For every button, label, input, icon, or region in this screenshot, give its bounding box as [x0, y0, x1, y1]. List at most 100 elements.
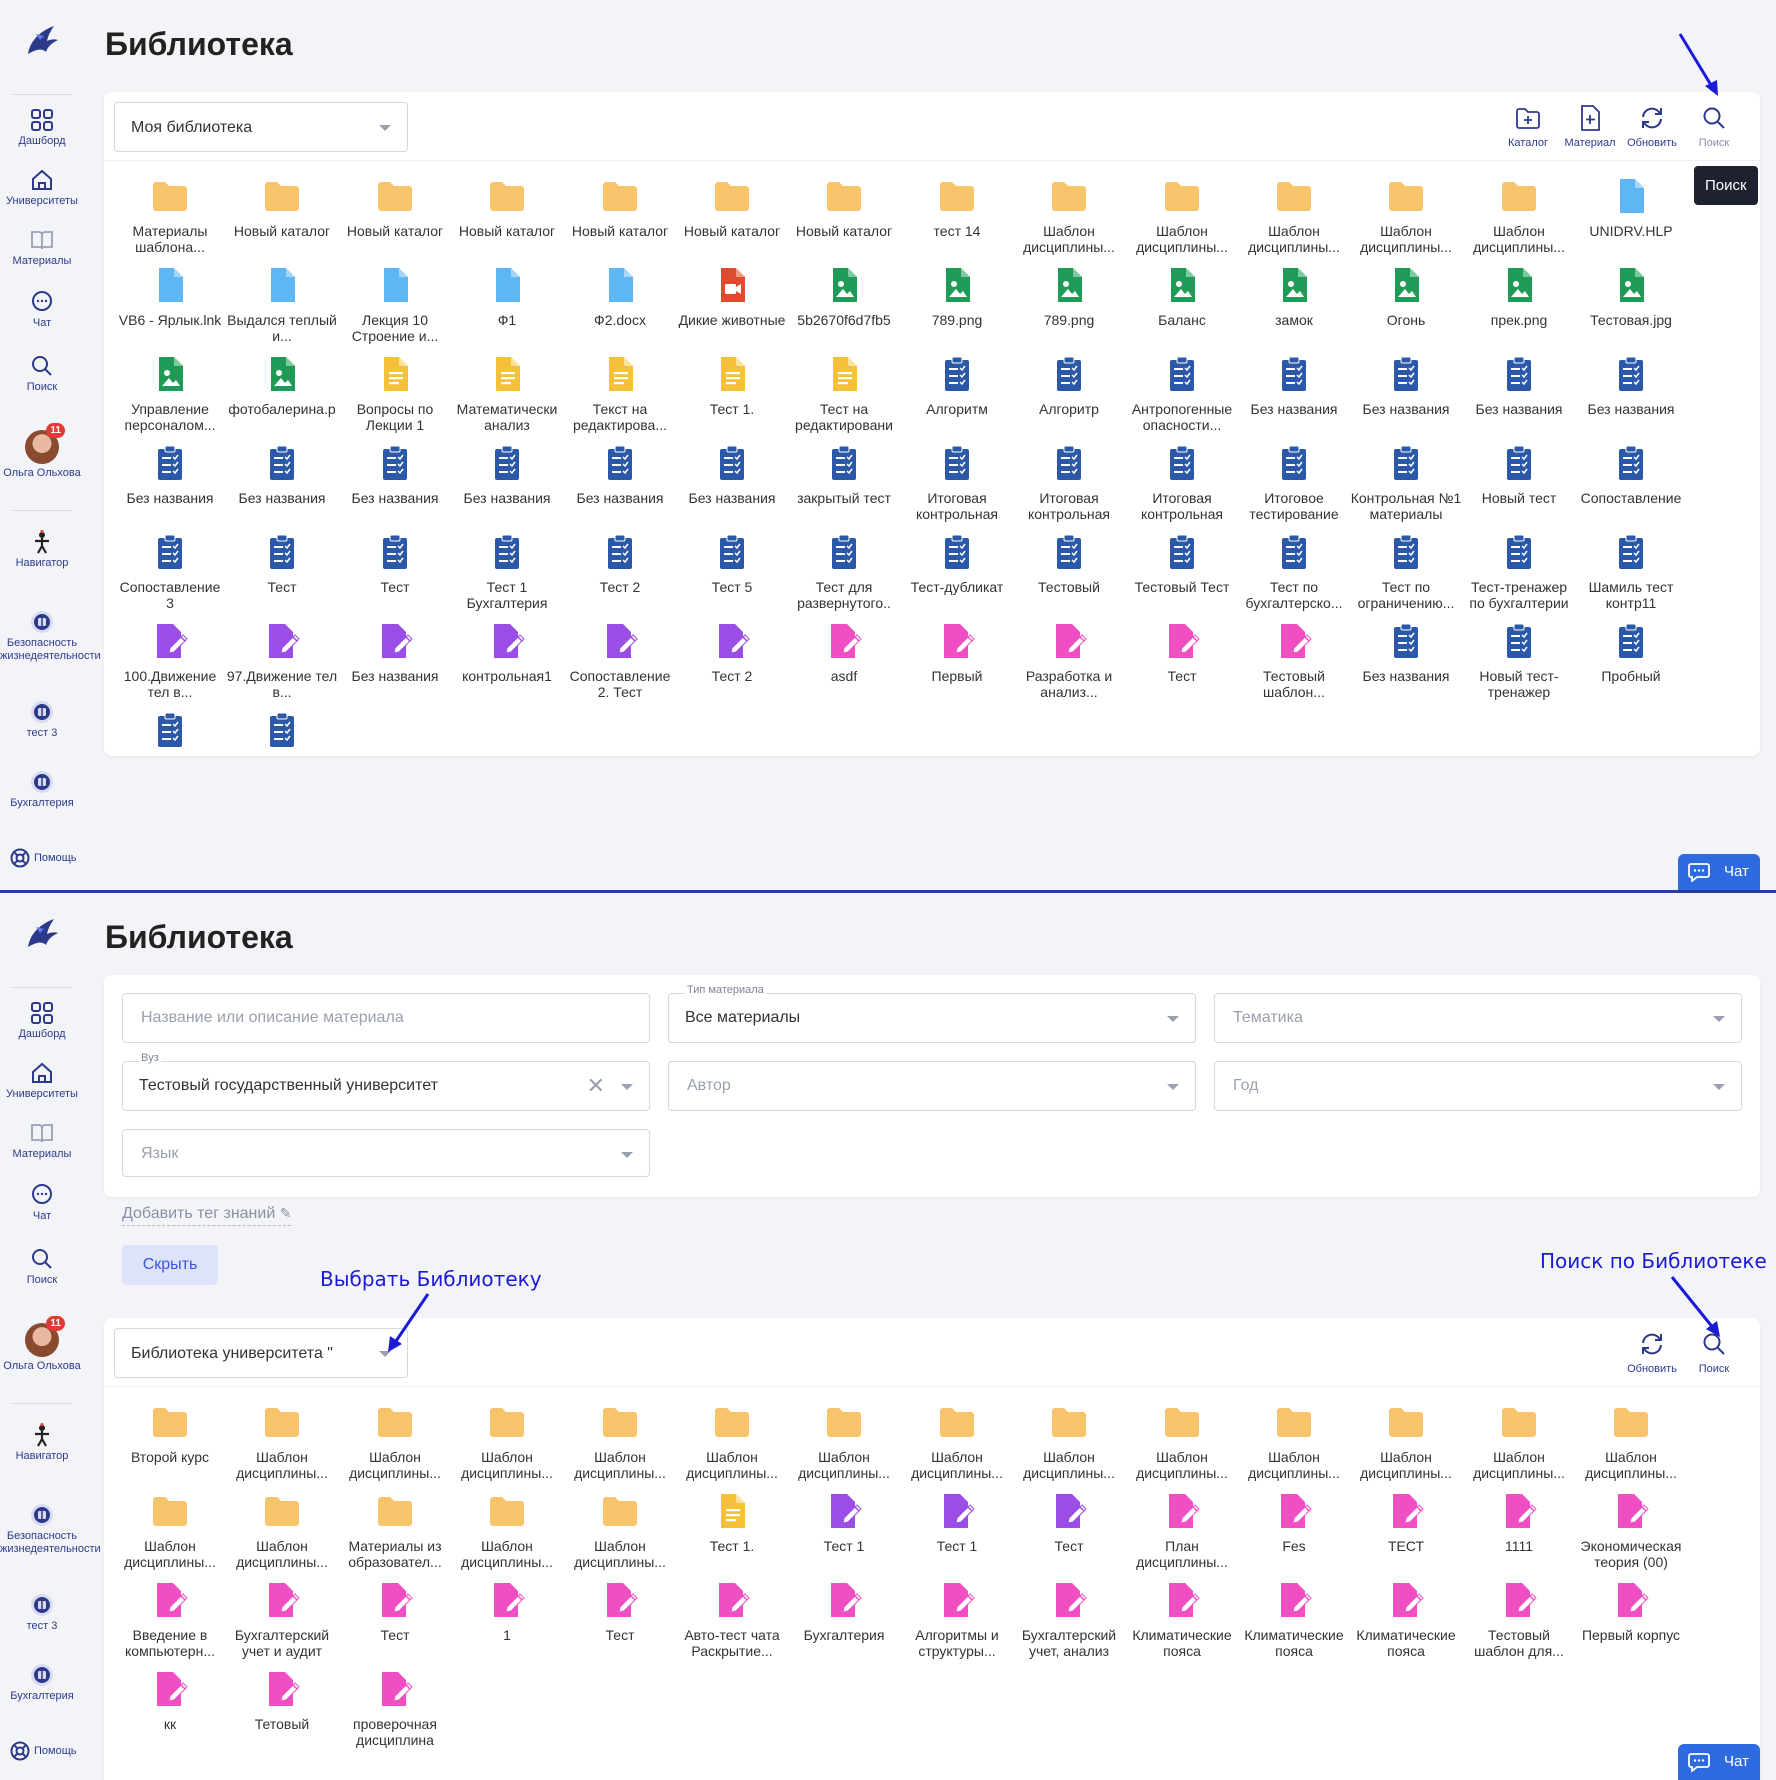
library-item[interactable]: VB6 - Ярлык.lnk	[114, 265, 226, 328]
library-item[interactable]: Итоговая контрольная	[901, 443, 1013, 522]
library-item[interactable]: Второй курс	[114, 1402, 226, 1465]
library-item[interactable]: Шаблон дисциплины...	[1238, 1402, 1350, 1481]
library-item[interactable]: Дикие животные	[676, 265, 788, 328]
library-item[interactable]: Алгоритр	[1013, 354, 1125, 417]
library-item[interactable]: Без названия	[676, 443, 788, 506]
library-item[interactable]: Бухгалтерский учет и аудит	[226, 1580, 338, 1659]
library-item[interactable]: Шаблон дисциплины...	[1238, 176, 1350, 255]
library-item[interactable]: Без названия	[339, 443, 451, 506]
library-item[interactable]: Итоговая контрольная	[1126, 443, 1238, 522]
library-item[interactable]: Шаблон дисциплины...	[339, 1402, 451, 1481]
library-item[interactable]: Тест	[1013, 1491, 1125, 1554]
library-item[interactable]: Без названия	[1350, 354, 1462, 417]
search-button[interactable]: Поиск	[1684, 104, 1744, 149]
library-item[interactable]: Шаблон дисциплины...	[564, 1402, 676, 1481]
library-item[interactable]: Алгоритм	[901, 354, 1013, 417]
library-item[interactable]: Тест для развернутого..	[788, 532, 900, 611]
library-item[interactable]: Выдался теплый и...	[226, 265, 338, 344]
refresh-button[interactable]: Обновить	[1622, 104, 1682, 149]
sidebar-item-dashboard[interactable]: Дашборд	[0, 1001, 84, 1041]
library-item[interactable]: Ф2.docx	[564, 265, 676, 328]
library-item[interactable]: Тестовый шаблон...	[1238, 621, 1350, 700]
library-item[interactable]: Математически анализ	[451, 354, 563, 433]
library-item[interactable]: Тест 1.	[676, 1491, 788, 1554]
library-item[interactable]: Бухгалтерия	[788, 1580, 900, 1643]
library-item[interactable]: Тест-дубликат	[901, 532, 1013, 595]
clear-icon[interactable]: ✕	[587, 1075, 605, 1097]
library-item[interactable]: Климатические пояса	[1350, 1580, 1462, 1659]
library-item[interactable]: Материалы шаблона...	[114, 176, 226, 255]
library-item[interactable]: Шаблон дисциплины...	[1575, 1402, 1687, 1481]
library-item[interactable]: ТЕСТ	[1350, 1491, 1462, 1554]
library-item[interactable]: Сопоставление 3	[114, 532, 226, 611]
sidebar-item-universities[interactable]: Университеты	[0, 1061, 84, 1101]
library-item[interactable]: Новый каталог	[451, 176, 563, 239]
library-item[interactable]: Без названия	[564, 443, 676, 506]
library-item[interactable]: Новый каталог	[788, 176, 900, 239]
library-item[interactable]: 789.png	[901, 265, 1013, 328]
chat-button[interactable]: Чат	[1678, 1744, 1760, 1780]
library-item[interactable]: Шаблон дисциплины...	[451, 1491, 563, 1570]
library-item[interactable]: Тест 1.	[676, 354, 788, 417]
library-item[interactable]: Шаблон дисциплины...	[788, 1402, 900, 1481]
library-item[interactable]: кк	[114, 1669, 226, 1732]
library-item[interactable]: Бухгалтерский учет, анализ	[1013, 1580, 1125, 1659]
sidebar-item-accounting[interactable]: Бухгалтерия	[0, 1663, 84, 1703]
library-item[interactable]: Лекция 10 Строение и...	[339, 265, 451, 344]
sidebar-item-navigator[interactable]: Навигатор	[0, 1423, 84, 1463]
library-item[interactable]: UNIDRV.HLP	[1575, 176, 1687, 239]
library-select[interactable]: Моя библиотека	[114, 102, 408, 152]
library-item[interactable]: 1111	[1463, 1491, 1575, 1554]
library-item[interactable]: Шаблон дисциплины...	[114, 1491, 226, 1570]
library-item[interactable]: Тест	[1126, 621, 1238, 684]
sidebar-item-universities[interactable]: Университеты	[0, 168, 84, 208]
sidebar-item-chat[interactable]: Чат	[0, 290, 84, 330]
library-item[interactable]: Итоговая контрольная	[1013, 443, 1125, 522]
library-item[interactable]: Тест 1 Бухгалтерия	[451, 532, 563, 611]
library-item[interactable]: Шамиль тест контр11	[1575, 532, 1687, 611]
library-item[interactable]: Шаблон дисциплины...	[1350, 1402, 1462, 1481]
sidebar-item-test3[interactable]: тест 3	[0, 1593, 84, 1633]
sidebar-item-user[interactable]: 11 Ольга Ольхова	[0, 423, 84, 480]
library-item[interactable]: контрольная1	[451, 621, 563, 684]
library-select[interactable]: Библиотека университета "	[114, 1328, 408, 1378]
library-item[interactable]: Шаблон дисциплины...	[564, 1491, 676, 1570]
library-item[interactable]: Тест 2	[564, 532, 676, 595]
library-item[interactable]: Новый тест-тренажер	[1463, 621, 1575, 700]
library-item[interactable]: Шаблон дисциплины...	[451, 1402, 563, 1481]
library-item[interactable]: Управление персоналом...	[114, 354, 226, 433]
library-item[interactable]: Климатические пояса	[1126, 1580, 1238, 1659]
material-button[interactable]: Материал	[1560, 104, 1620, 149]
library-item[interactable]: Тест по бухгалтерско...	[1238, 532, 1350, 611]
library-item[interactable]: Ф1	[451, 265, 563, 328]
library-item[interactable]: Без названия	[1238, 354, 1350, 417]
sidebar-item-materials[interactable]: Материалы	[0, 228, 84, 268]
library-item[interactable]: Алгоритмы и структуры...	[901, 1580, 1013, 1659]
hide-filters-button[interactable]: Скрыть	[122, 1245, 218, 1285]
library-item[interactable]: Первый корпус	[1575, 1580, 1687, 1643]
library-item[interactable]: Шаблон дисциплины...	[901, 1402, 1013, 1481]
library-item[interactable]: Без названия	[226, 443, 338, 506]
library-item[interactable]: Без названия	[1350, 621, 1462, 684]
sidebar-item-bzhd[interactable]: Безопасность жизнедеятельности	[0, 610, 101, 663]
library-item[interactable]: Материалы из образовател...	[339, 1491, 451, 1570]
library-item[interactable]: тест 14	[901, 176, 1013, 239]
sidebar-item-chat[interactable]: Чат	[0, 1183, 84, 1223]
sidebar-item-navigator[interactable]: Навигатор	[0, 530, 84, 570]
library-item[interactable]: 97.Движение тел в...	[226, 621, 338, 700]
library-item[interactable]: Баланс	[1126, 265, 1238, 328]
library-item[interactable]: Вопросы по Лекции 1	[339, 354, 451, 433]
library-item[interactable]: Экономическая теория (00)	[1575, 1491, 1687, 1570]
name-search-input[interactable]: Название или описание материала	[122, 993, 650, 1043]
library-item[interactable]: Тестовый Тест	[1126, 532, 1238, 595]
author-select[interactable]: Автор	[668, 1061, 1196, 1111]
topic-select[interactable]: Тематика	[1214, 993, 1742, 1043]
library-item[interactable]: Без названия	[451, 443, 563, 506]
library-item[interactable]: Шаблон дисциплины...	[1013, 176, 1125, 255]
library-item[interactable]: Шаблон дисциплины...	[1350, 176, 1462, 255]
library-item[interactable]: Шаблон дисциплины...	[1013, 1402, 1125, 1481]
library-item[interactable]: закрытый тест	[788, 443, 900, 506]
library-item[interactable]: Шаблон дисциплины...	[1126, 176, 1238, 255]
library-item[interactable]: Тестовая.jpg	[1575, 265, 1687, 328]
library-item[interactable]	[226, 710, 338, 757]
